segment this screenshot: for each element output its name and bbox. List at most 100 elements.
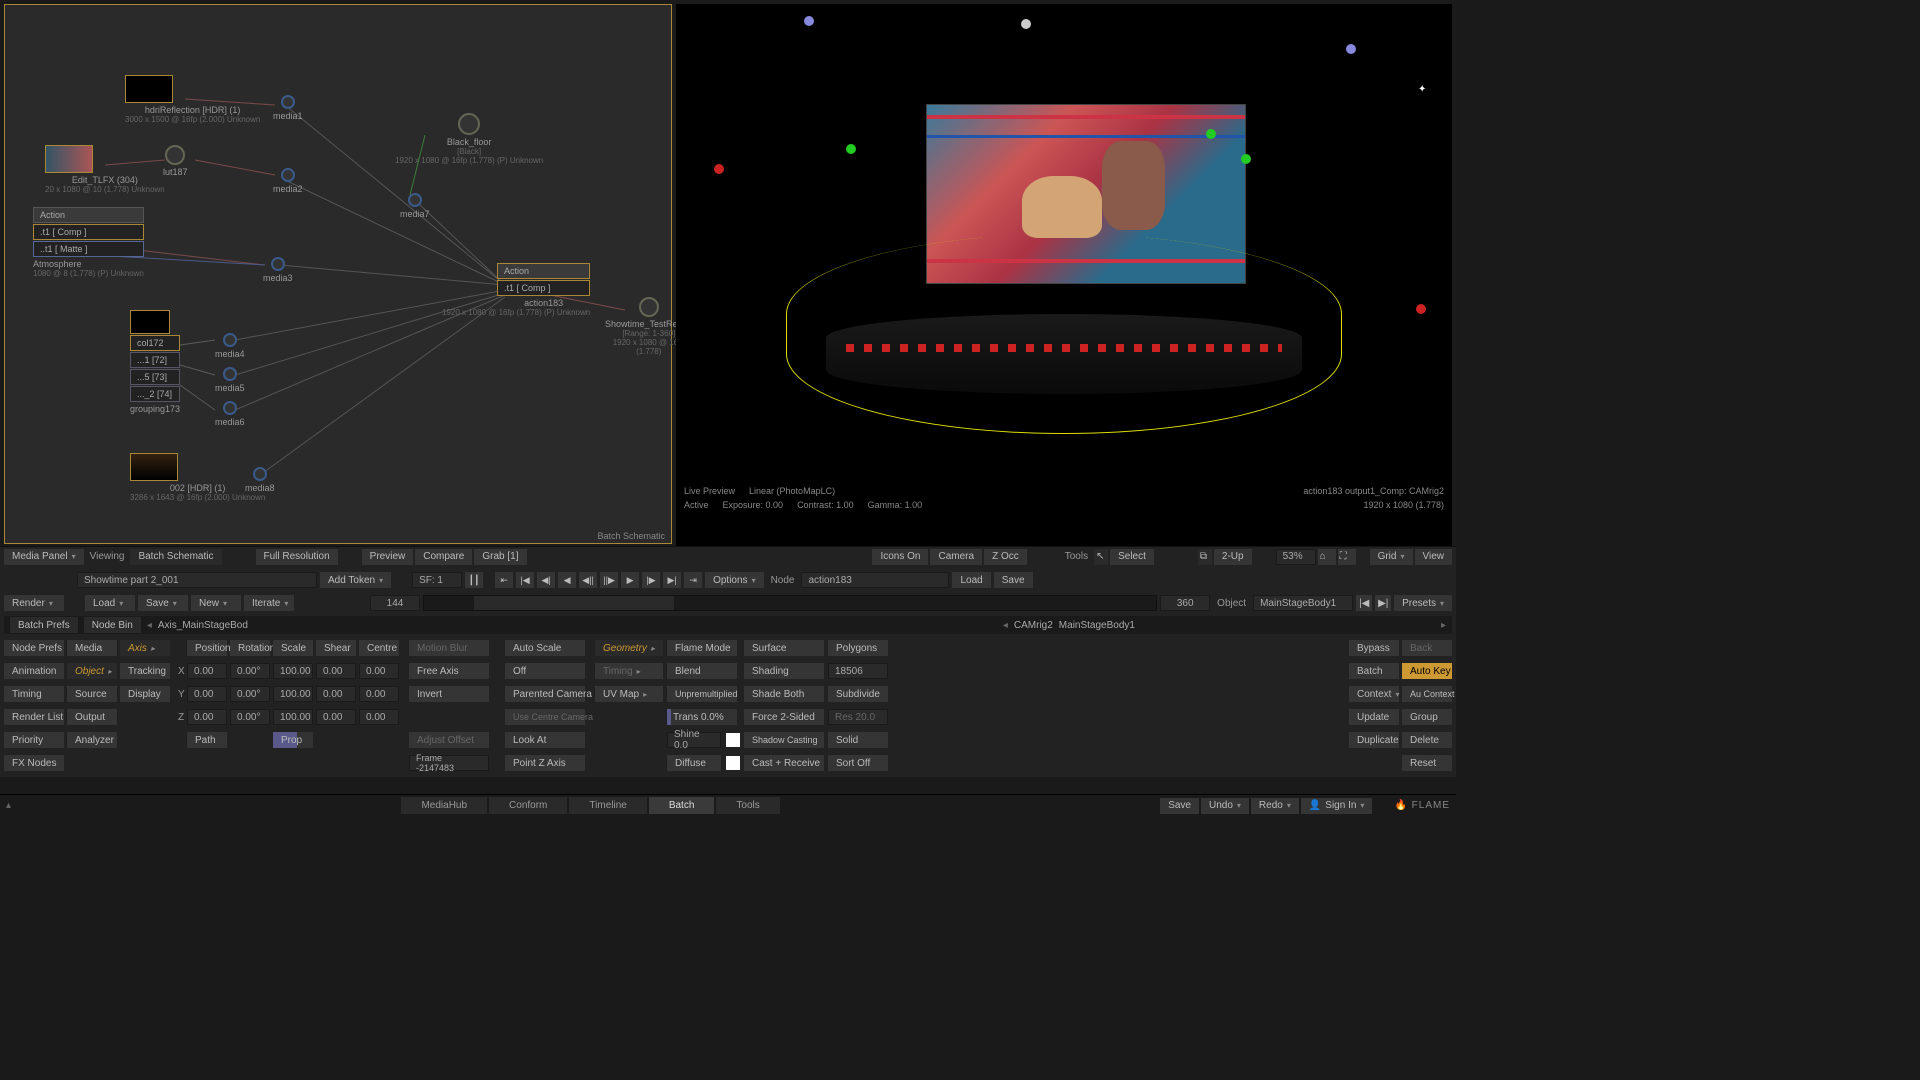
- zocc-btn[interactable]: Z Occ: [984, 549, 1027, 565]
- use-centre-btn[interactable]: Use Centre Camera: [505, 709, 585, 725]
- batch-btn[interactable]: Batch: [1349, 663, 1399, 679]
- pos-x[interactable]: 0.00: [187, 663, 227, 679]
- adjust-offset-btn[interactable]: Adjust Offset: [409, 732, 489, 748]
- node-colour-source[interactable]: Black_floor [Black] 1920 x 1080 @ 16fp (…: [395, 113, 543, 165]
- invert-btn[interactable]: Invert: [409, 686, 489, 702]
- render-dd[interactable]: Render: [4, 595, 64, 611]
- surface-btn[interactable]: Surface: [744, 640, 824, 656]
- bottom-save-btn[interactable]: Save: [1160, 798, 1199, 814]
- path-btn[interactable]: Path: [187, 732, 227, 748]
- batch-schematic-panel[interactable]: hdriReflection [HDR] (1) 3000 x 1500 @ 1…: [4, 4, 672, 544]
- redo-dd[interactable]: Redo: [1251, 798, 1299, 814]
- bc-msb[interactable]: MainStageBody1: [1059, 620, 1135, 631]
- update-btn[interactable]: Update: [1349, 709, 1399, 725]
- batch-schematic-btn[interactable]: Batch Schematic: [130, 549, 221, 565]
- auto-key-btn[interactable]: Auto Key: [1402, 663, 1452, 679]
- ctr-z[interactable]: 0.00: [359, 709, 399, 725]
- select-btn[interactable]: Select: [1110, 549, 1154, 565]
- gizmo-dot[interactable]: [1346, 44, 1356, 54]
- blend-btn[interactable]: Blend: [667, 663, 737, 679]
- subdivide-btn[interactable]: Subdivide: [828, 686, 888, 702]
- skip-start-icon[interactable]: ⇤: [495, 572, 513, 588]
- node-media5[interactable]: media5: [215, 367, 245, 393]
- flame-mode-btn[interactable]: Flame Mode: [667, 640, 737, 656]
- scl-y[interactable]: 100.00: [273, 686, 313, 702]
- bypass-btn[interactable]: Bypass: [1349, 640, 1399, 656]
- grab-btn[interactable]: Grab [1]: [474, 549, 526, 565]
- timeline-slider[interactable]: [423, 595, 1157, 611]
- shear-btn[interactable]: Shear: [316, 640, 356, 656]
- node-media1[interactable]: media1: [273, 95, 303, 121]
- node-edit[interactable]: Edit_TLFX (304) 20 x 1080 @ 10 (1.778) U…: [45, 145, 165, 194]
- node-media4[interactable]: media4: [215, 333, 245, 359]
- bc-axis[interactable]: Axis_MainStageBod: [158, 620, 248, 631]
- clip-name[interactable]: Showtime part 2_001: [77, 572, 317, 588]
- position-btn[interactable]: Position: [187, 640, 227, 656]
- obj-next-icon[interactable]: ▶|: [1375, 595, 1391, 611]
- shr-x[interactable]: 0.00: [316, 663, 356, 679]
- diffuse-swatch[interactable]: [726, 756, 740, 770]
- timing-btn[interactable]: Timing: [4, 686, 64, 702]
- prev-key-icon[interactable]: |◀: [516, 572, 534, 588]
- media-btn[interactable]: Media: [67, 640, 117, 656]
- save-btn[interactable]: Save: [994, 572, 1033, 588]
- fx-nodes-btn[interactable]: FX Nodes: [4, 755, 64, 771]
- gizmo-dot[interactable]: [1206, 129, 1216, 139]
- gizmo-dot[interactable]: [1021, 19, 1031, 29]
- geometry-btn[interactable]: Geometry: [595, 640, 663, 656]
- node-bin-btn[interactable]: Node Bin: [84, 617, 141, 633]
- scl-x[interactable]: 100.00: [273, 663, 313, 679]
- node-field[interactable]: action183: [801, 572, 949, 588]
- output-btn[interactable]: Output: [67, 709, 117, 725]
- node-lut[interactable]: lut187: [163, 145, 188, 177]
- delete-btn[interactable]: Delete: [1402, 732, 1452, 748]
- view-btn[interactable]: View: [1415, 549, 1453, 565]
- reset-btn[interactable]: Reset: [1402, 755, 1452, 771]
- tracking-btn[interactable]: Tracking: [120, 663, 170, 679]
- prop-btn[interactable]: Prop: [273, 732, 313, 748]
- node-prefs-btn[interactable]: Node Prefs: [4, 640, 64, 656]
- polygons-btn[interactable]: Polygons: [828, 640, 888, 656]
- load-btn[interactable]: Load: [952, 572, 990, 588]
- point-z-btn[interactable]: Point Z Axis: [505, 755, 585, 771]
- pos-z[interactable]: 0.00: [187, 709, 227, 725]
- axis-btn[interactable]: Axis: [120, 640, 170, 656]
- shade-both-btn[interactable]: Shade Both: [744, 686, 824, 702]
- object-field[interactable]: MainStageBody1: [1253, 595, 1353, 611]
- rot-z[interactable]: 0.00°: [230, 709, 270, 725]
- node-grouping[interactable]: col172 ...1 [72] ...5 [73] ..._2 [74] gr…: [130, 310, 180, 414]
- iterate-dd[interactable]: Iterate: [244, 595, 294, 611]
- step-rev-icon[interactable]: ◀||: [579, 572, 597, 588]
- play-rev-icon[interactable]: ◀: [558, 572, 576, 588]
- group-btn[interactable]: Group: [1402, 709, 1452, 725]
- prev-frame-icon[interactable]: ◀|: [537, 572, 555, 588]
- tab-timeline[interactable]: Timeline: [569, 797, 646, 814]
- gizmo-dot[interactable]: [846, 144, 856, 154]
- fullres-btn[interactable]: Full Resolution: [256, 549, 338, 565]
- render-list-btn[interactable]: Render List: [4, 709, 64, 725]
- auto-scale-btn[interactable]: Auto Scale: [505, 640, 585, 656]
- compare-btn[interactable]: Compare: [415, 549, 472, 565]
- gizmo-dot[interactable]: [804, 16, 814, 26]
- skip-end-icon[interactable]: ⇥: [684, 572, 702, 588]
- next-key-icon[interactable]: ▶|: [663, 572, 681, 588]
- cur-frame[interactable]: 144: [370, 595, 420, 611]
- motion-blur-btn[interactable]: Motion Blur: [409, 640, 489, 656]
- options-dd[interactable]: Options: [705, 572, 763, 588]
- bc-cam[interactable]: CAMrig2: [1014, 620, 1053, 631]
- priority-btn[interactable]: Priority: [4, 732, 64, 748]
- scale-btn[interactable]: Scale: [273, 640, 313, 656]
- shr-y[interactable]: 0.00: [316, 686, 356, 702]
- expand-icon[interactable]: ▴: [6, 800, 11, 811]
- batch-prefs-btn[interactable]: Batch Prefs: [10, 617, 78, 633]
- tab-conform[interactable]: Conform: [489, 797, 567, 814]
- tab-mediahub[interactable]: MediaHub: [401, 797, 487, 814]
- end-frame[interactable]: 360: [1160, 595, 1210, 611]
- home-icon[interactable]: ⌂: [1318, 549, 1336, 565]
- timing-btn2[interactable]: Timing: [595, 663, 663, 679]
- signin-dd[interactable]: 👤Sign In: [1301, 798, 1373, 814]
- parented-cam-btn[interactable]: Parented Camera: [505, 686, 585, 702]
- res-field[interactable]: Res 20.0: [828, 709, 888, 725]
- add-token-dd[interactable]: Add Token: [320, 572, 391, 588]
- animation-btn[interactable]: Animation: [4, 663, 64, 679]
